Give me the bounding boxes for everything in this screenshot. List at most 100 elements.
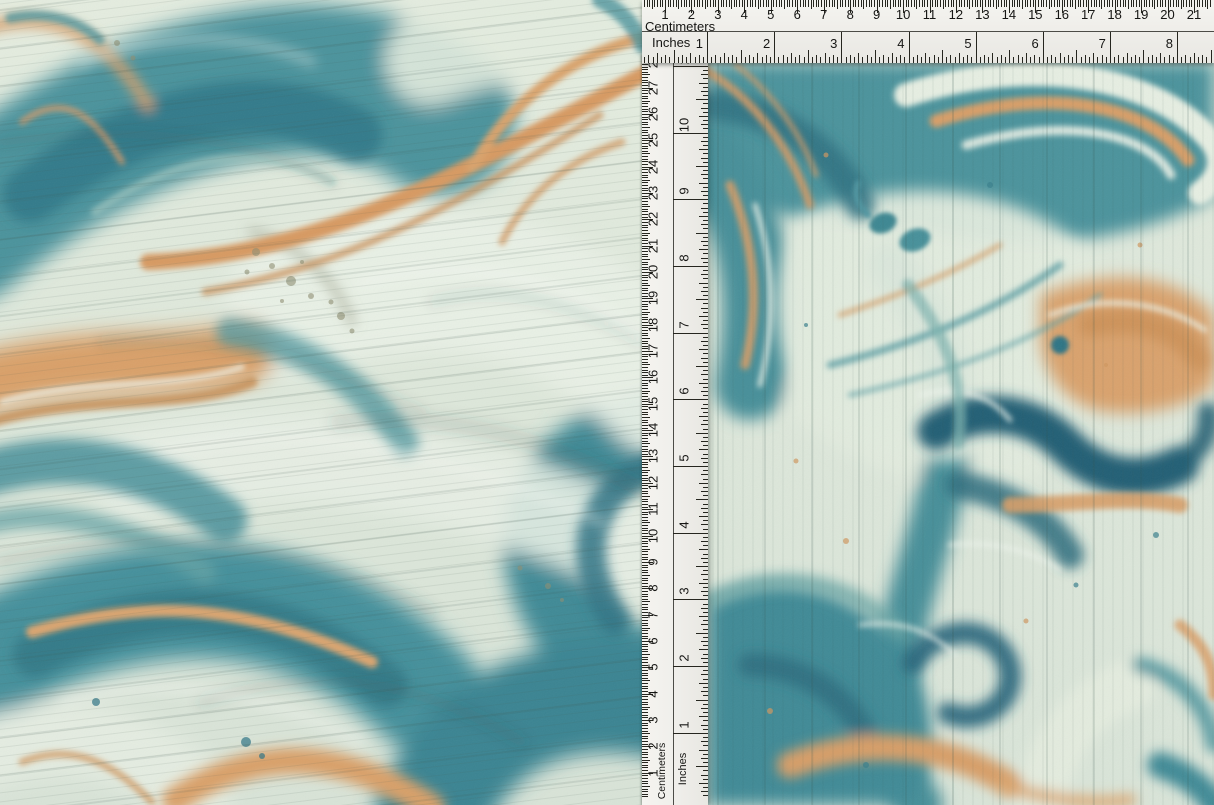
cm-tick bbox=[1083, 0, 1084, 7]
cm-number: 17 bbox=[647, 344, 660, 358]
cm-number: 9 bbox=[647, 558, 660, 565]
cm-tick bbox=[1012, 0, 1013, 7]
cm-tick bbox=[916, 0, 917, 9]
inch-tick bbox=[871, 57, 872, 63]
cm-number: 9 bbox=[873, 8, 880, 21]
inch-tick bbox=[699, 683, 709, 684]
inch-tick bbox=[703, 629, 709, 630]
cm-tick bbox=[1128, 0, 1129, 9]
inch-tick bbox=[1185, 55, 1186, 63]
cm-tick bbox=[943, 0, 944, 9]
cm-tick bbox=[642, 659, 648, 660]
inch-tick bbox=[762, 57, 763, 63]
cm-tick bbox=[642, 733, 650, 734]
inch-tick bbox=[732, 55, 733, 63]
cm-tick bbox=[784, 0, 785, 9]
cm-tick bbox=[642, 393, 648, 394]
cm-number: 10 bbox=[647, 528, 660, 542]
cm-tick bbox=[1176, 0, 1177, 7]
inch-tick bbox=[1156, 57, 1157, 63]
ruler-divider bbox=[673, 55, 674, 805]
cm-tick bbox=[642, 580, 648, 581]
inch-tick bbox=[703, 604, 709, 605]
inch-tick bbox=[703, 579, 709, 580]
cm-tick bbox=[642, 470, 650, 471]
cm-number: 4 bbox=[741, 8, 748, 21]
inch-tick bbox=[1177, 32, 1178, 63]
inch-tick bbox=[1102, 55, 1103, 63]
inch-tick bbox=[701, 341, 709, 342]
cm-tick bbox=[642, 625, 648, 626]
cm-tick bbox=[642, 649, 648, 650]
cm-tick bbox=[642, 438, 648, 439]
cm-tick bbox=[993, 0, 994, 7]
inch-tick bbox=[673, 733, 708, 734]
inch-tick bbox=[992, 53, 993, 63]
cm-tick bbox=[642, 630, 648, 631]
inch-tick bbox=[1001, 55, 1002, 63]
cm-tick bbox=[972, 0, 973, 7]
inch-tick bbox=[703, 162, 709, 163]
cm-tick bbox=[642, 74, 650, 75]
cm-number: 10 bbox=[896, 8, 910, 21]
inch-tick bbox=[701, 474, 709, 475]
cm-number: 14 bbox=[647, 423, 660, 437]
inch-tick bbox=[703, 612, 709, 613]
inch-tick bbox=[820, 57, 821, 63]
cm-tick bbox=[1049, 0, 1050, 9]
cm-tick bbox=[826, 0, 827, 7]
inch-tick bbox=[1127, 53, 1128, 63]
inch-tick bbox=[703, 245, 709, 246]
inch-tick bbox=[703, 529, 709, 530]
cm-tick bbox=[914, 0, 915, 7]
cm-tick bbox=[652, 0, 653, 9]
inch-tick bbox=[858, 53, 859, 63]
inch-tick bbox=[699, 216, 709, 217]
cm-number: 3 bbox=[647, 716, 660, 723]
cm-tick bbox=[642, 551, 648, 552]
cm-tick bbox=[787, 0, 788, 7]
inch-tick bbox=[703, 695, 709, 696]
cm-tick bbox=[642, 364, 650, 365]
inch-tick bbox=[701, 191, 709, 192]
cm-tick bbox=[642, 417, 650, 418]
cm-tick bbox=[890, 0, 891, 9]
inch-tick bbox=[1030, 57, 1031, 63]
inch-tick bbox=[808, 50, 809, 63]
cm-tick bbox=[670, 0, 671, 7]
cm-tick bbox=[686, 0, 687, 7]
cm-tick bbox=[837, 0, 838, 9]
inch-tick bbox=[686, 57, 687, 63]
cm-tick bbox=[863, 0, 864, 9]
inch-number: 4 bbox=[678, 521, 691, 528]
cm-tick bbox=[642, 127, 650, 128]
cm-tick bbox=[1197, 0, 1198, 7]
cm-tick bbox=[953, 0, 954, 7]
inch-tick bbox=[701, 758, 709, 759]
inch-tick bbox=[950, 55, 951, 63]
inch-tick bbox=[696, 566, 708, 567]
cm-tick bbox=[642, 235, 648, 236]
cm-tick bbox=[642, 783, 648, 784]
cm-tick bbox=[1131, 0, 1132, 7]
inch-tick bbox=[673, 333, 708, 334]
inch-tick bbox=[1148, 57, 1149, 63]
ruler-divider bbox=[642, 31, 1214, 32]
inch-tick bbox=[701, 141, 709, 142]
cm-tick bbox=[1202, 0, 1203, 7]
inch-number: 7 bbox=[1099, 37, 1106, 50]
inch-tick bbox=[1114, 57, 1115, 63]
cm-tick bbox=[642, 525, 648, 526]
inch-tick bbox=[917, 55, 918, 63]
inch-tick bbox=[711, 57, 712, 63]
cm-tick bbox=[758, 0, 759, 9]
cm-tick bbox=[1133, 0, 1134, 7]
cm-tick bbox=[642, 686, 648, 687]
inch-tick bbox=[701, 274, 709, 275]
cm-tick bbox=[842, 0, 843, 7]
inch-tick bbox=[701, 624, 709, 625]
inch-tick bbox=[1131, 57, 1132, 63]
inch-tick bbox=[703, 595, 709, 596]
cm-tick bbox=[861, 0, 862, 7]
inch-tick bbox=[1018, 55, 1019, 63]
